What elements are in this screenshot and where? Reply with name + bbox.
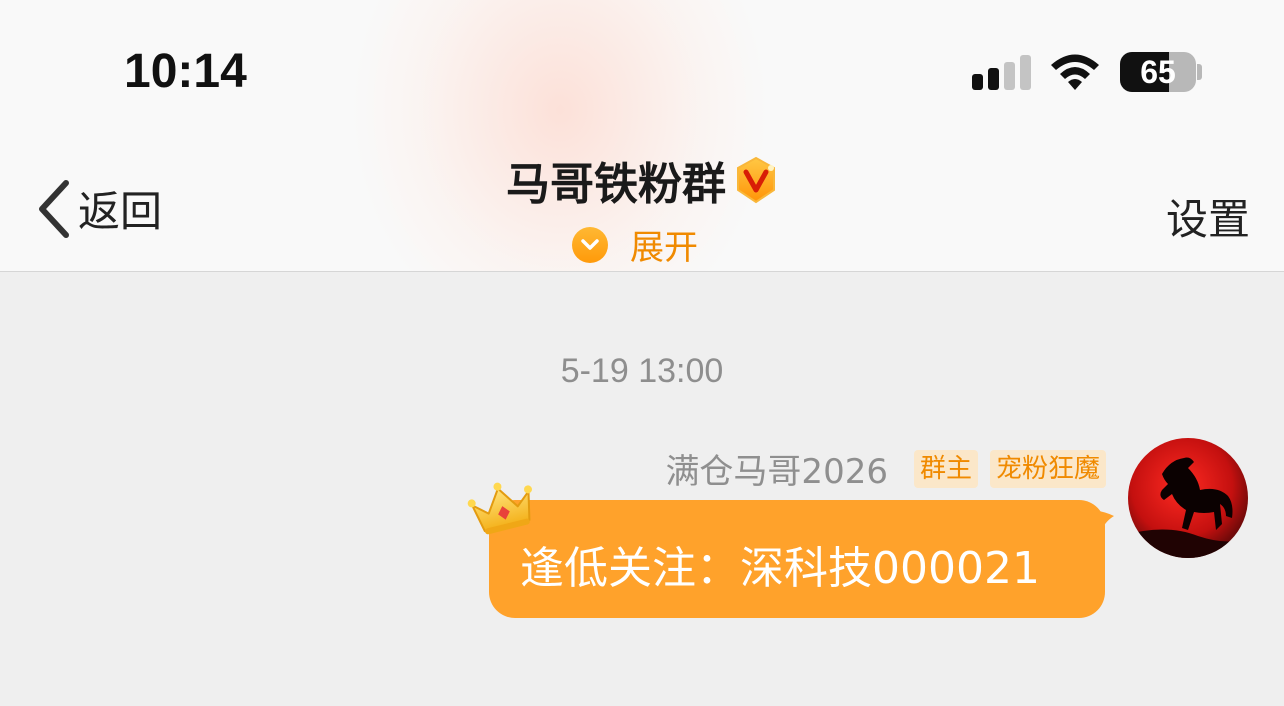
status-time: 10:14: [124, 45, 247, 98]
role-tag-title: 宠粉狂魔: [989, 449, 1106, 488]
verified-v-badge-icon: [737, 156, 775, 204]
message-timestamp: 5-19 13:00: [560, 352, 724, 390]
sender-name[interactable]: 满仓马哥2026: [665, 444, 888, 493]
header-area: 10:14 65 返回 马哥铁粉群 展开 设置: [0, 0, 1284, 272]
expand-label: 展开: [630, 228, 698, 268]
group-title: 马哥铁粉群: [506, 159, 726, 210]
cellular-signal-icon: [972, 54, 1032, 90]
wifi-icon: [1051, 54, 1099, 90]
expand-toggle[interactable]: 展开: [572, 220, 698, 269]
sender-info: 满仓马哥2026 群主 宠粉狂魔: [665, 444, 1106, 493]
role-tag-owner: 群主: [913, 449, 978, 488]
battery-tip: [1197, 64, 1202, 80]
crown-icon: [467, 482, 532, 535]
title-area: 马哥铁粉群: [0, 148, 1284, 212]
horse-avatar-image: [1128, 438, 1248, 558]
battery-icon: 65: [1120, 52, 1196, 92]
sender-avatar[interactable]: [1128, 438, 1248, 558]
bubble-tail: [1094, 510, 1114, 534]
message-text: 逢低关注：深科技000021: [520, 543, 1040, 594]
chevron-down-icon: [572, 226, 608, 263]
settings-button[interactable]: 设置: [1166, 186, 1250, 247]
battery-percent: 65: [1140, 53, 1176, 90]
